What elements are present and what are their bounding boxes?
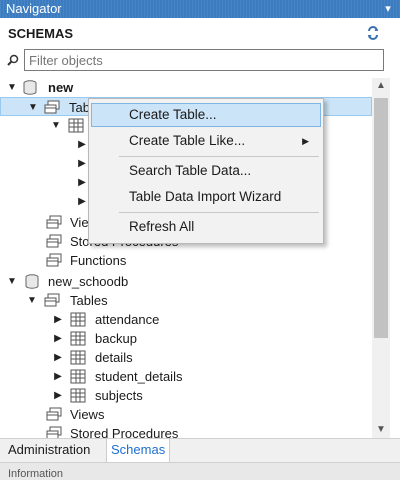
expanded-icon[interactable]: ▼ — [50, 116, 62, 135]
information-label: Information — [8, 468, 64, 480]
tables-folder-icon — [44, 293, 60, 307]
table-icon — [70, 331, 86, 346]
table-name: details — [95, 350, 133, 365]
menu-item-label: Refresh All — [129, 219, 195, 234]
collapsed-icon[interactable]: ▶ — [52, 367, 64, 386]
table-item-backup[interactable]: ▶ backup — [0, 329, 372, 348]
menu-item-table-data-import-wizard[interactable]: Table Data Import Wizard — [91, 185, 321, 209]
table-name: backup — [95, 331, 137, 346]
table-icon — [70, 369, 86, 384]
tab-administration[interactable]: Administration — [4, 439, 94, 463]
table-item-attendance[interactable]: ▶ attendance — [0, 310, 372, 329]
scroll-up-icon[interactable]: ▲ — [372, 78, 390, 94]
filter-objects-input[interactable] — [24, 49, 384, 71]
collapsed-icon[interactable]: ▶ — [52, 329, 64, 348]
views-folder-icon — [46, 407, 62, 421]
collapsed-icon[interactable]: ▶ — [76, 154, 88, 173]
menu-separator — [119, 156, 319, 157]
table-name: subjects — [95, 388, 143, 403]
navigator-tabs: Administration Schemas — [0, 438, 400, 463]
tree-schema-new[interactable]: ▼ new — [0, 78, 372, 97]
expanded-icon[interactable]: ▼ — [27, 98, 39, 117]
submenu-arrow-icon: ▶ — [302, 136, 309, 146]
collapsed-icon[interactable]: ▶ — [52, 386, 64, 405]
views-folder-icon — [46, 215, 62, 229]
collapsed-icon[interactable]: ▶ — [76, 173, 88, 192]
database-icon — [23, 80, 37, 95]
menu-item-search-table-data[interactable]: Search Table Data... — [91, 159, 321, 183]
collapsed-icon[interactable]: ▶ — [76, 192, 88, 211]
table-item-details[interactable]: ▶ details — [0, 348, 372, 367]
menu-separator — [119, 212, 319, 213]
menu-item-create-table-like[interactable]: Create Table Like... ▶ — [91, 129, 321, 153]
collapsed-icon[interactable]: ▶ — [52, 348, 64, 367]
navigator-title: Navigator — [6, 1, 62, 16]
tree-tables-folder[interactable]: ▼ Tables — [0, 291, 372, 310]
table-icon — [70, 350, 86, 365]
table-icon — [70, 388, 86, 403]
views-label: Views — [70, 407, 105, 422]
database-icon — [25, 274, 39, 289]
tree-schema-new-schoodb[interactable]: ▼ new_schoodb — [0, 272, 372, 291]
tree-stored-procedures-folder[interactable]: Stored Procedures — [0, 424, 372, 438]
information-panel-header[interactable]: Information — [0, 462, 400, 480]
refresh-icon[interactable] — [366, 26, 380, 40]
schemas-header: SCHEMAS — [8, 26, 74, 41]
schema-name: new — [48, 80, 74, 95]
menu-item-create-table[interactable]: Create Table... — [91, 103, 321, 127]
tree-views-folder[interactable]: Views — [0, 405, 372, 424]
scroll-down-icon[interactable]: ▼ — [372, 422, 390, 438]
menu-item-label: Create Table Like... — [129, 133, 246, 148]
tables-label: Tab — [69, 100, 90, 115]
menu-item-label: Create Table... — [129, 107, 217, 122]
table-item-subjects[interactable]: ▶ subjects — [0, 386, 372, 405]
navigator-title-bar: Navigator ▾ — [0, 0, 400, 18]
expanded-icon[interactable]: ▼ — [26, 291, 38, 310]
collapsed-icon[interactable]: ▶ — [76, 135, 88, 154]
table-item-student-details[interactable]: ▶ student_details — [0, 367, 372, 386]
context-menu: Create Table... Create Table Like... ▶ S… — [88, 98, 324, 244]
expanded-icon[interactable]: ▼ — [6, 78, 18, 97]
procedures-folder-icon — [46, 426, 62, 438]
menu-item-label: Search Table Data... — [129, 163, 252, 178]
functions-label: Functions — [70, 253, 127, 268]
functions-folder-icon — [46, 253, 62, 267]
tree-functions-folder[interactable]: Functions — [0, 251, 372, 270]
menu-item-refresh-all[interactable]: Refresh All — [91, 215, 321, 239]
stored-procedures-label: Stored Procedures — [70, 426, 179, 438]
tab-schemas[interactable]: Schemas — [106, 439, 171, 463]
search-icon — [7, 54, 19, 66]
collapsed-icon[interactable]: ▶ — [52, 310, 64, 329]
table-name: attendance — [95, 312, 160, 327]
tables-folder-icon — [44, 100, 60, 114]
vertical-scrollbar[interactable]: ▲ ▼ — [372, 78, 390, 438]
table-name: student_details — [95, 369, 183, 384]
table-icon — [70, 312, 86, 327]
procedures-folder-icon — [46, 234, 62, 248]
tables-label: Tables — [70, 293, 108, 308]
menu-item-label: Table Data Import Wizard — [129, 189, 282, 204]
table-icon — [68, 118, 84, 133]
pin-icon[interactable]: ▾ — [382, 2, 394, 16]
scrollbar-thumb[interactable] — [374, 98, 388, 338]
expanded-icon[interactable]: ▼ — [6, 272, 18, 291]
schema-name: new_schoodb — [48, 274, 129, 289]
